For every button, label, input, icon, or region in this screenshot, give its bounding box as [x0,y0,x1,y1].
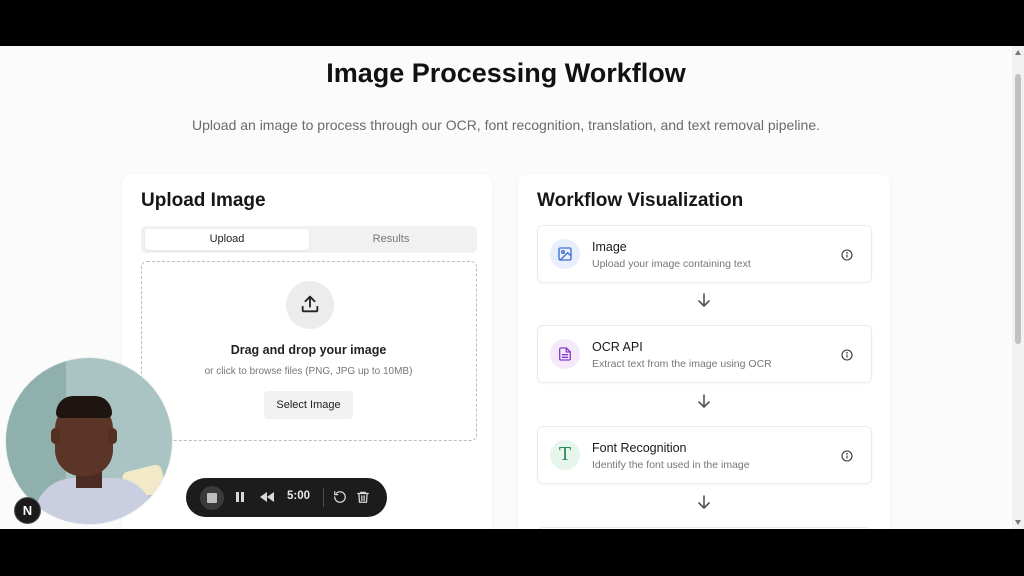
info-icon[interactable] [841,450,853,462]
workflow-step-ocr[interactable]: OCR API Extract text from the image usin… [537,325,872,383]
image-icon [550,239,580,269]
upload-tabs: Upload Results [141,226,477,253]
image-dropzone[interactable]: Drag and drop your image or click to bro… [141,261,477,441]
recording-toolbar: 5:00 [186,478,387,517]
scroll-up-icon[interactable] [1015,50,1021,55]
page-title: Image Processing Workflow [326,58,686,88]
toolbar-divider [323,488,324,507]
arrow-down-icon [698,495,710,509]
step-title: OCR API [592,340,643,354]
workflow-card-title: Workflow Visualization [537,190,744,211]
bottom-black-bar [0,529,1024,576]
scrollbar-thumb[interactable] [1015,74,1021,344]
upload-card-title: Upload Image [141,190,266,211]
rewind-icon[interactable] [259,490,275,504]
recording-time: 5:00 [287,490,311,502]
dropzone-title: Drag and drop your image [230,343,387,357]
workflow-step-image[interactable]: Image Upload your image containing text [537,225,872,283]
step-description: Upload your image containing text [592,258,751,270]
info-icon[interactable] [841,349,853,361]
select-image-button[interactable]: Select Image [264,391,353,419]
tab-upload[interactable]: Upload [145,229,309,250]
page-scrollbar[interactable] [1012,46,1024,529]
dropzone-hint: or click to browse files (PNG, JPG up to… [204,366,413,377]
font-t-icon: T [550,440,580,470]
arrow-down-icon [698,293,710,307]
document-icon [550,339,580,369]
page-subtitle: Upload an image to process through our O… [191,117,821,133]
step-description: Identify the font used in the image [592,459,750,471]
scroll-down-icon[interactable] [1015,520,1021,525]
workflow-card: Workflow Visualization Image Upload your… [518,174,890,529]
stop-icon[interactable] [200,486,224,510]
app-logo-n[interactable]: N [14,497,41,524]
info-icon[interactable] [841,249,853,261]
top-black-bar [0,0,1024,46]
trash-icon[interactable] [356,490,370,504]
upload-icon [286,281,334,329]
pause-icon[interactable] [235,490,245,504]
step-description: Extract text from the image using OCR [592,358,772,370]
upload-card: Upload Image Upload Results Drag and dro… [122,174,492,529]
arrow-down-icon [698,394,710,408]
step-title: Image [592,240,627,254]
step-title: Font Recognition [592,441,687,455]
workflow-step-font-recognition[interactable]: T Font Recognition Identify the font use… [537,426,872,484]
browser-viewport: Image Processing Workflow Upload an imag… [0,46,1024,529]
restart-icon[interactable] [333,490,347,504]
tab-results[interactable]: Results [309,229,473,250]
